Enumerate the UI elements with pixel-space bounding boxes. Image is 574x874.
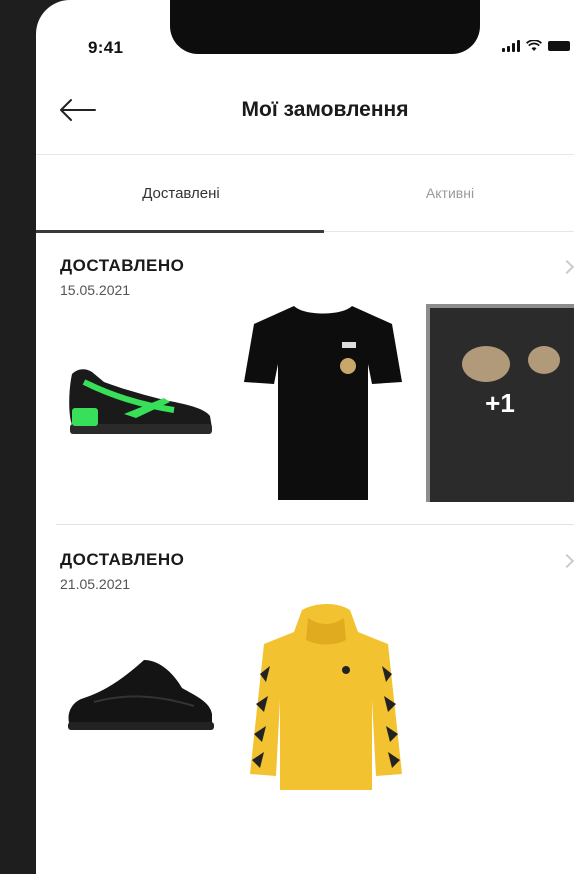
order-status: ДОСТАВЛЕНО xyxy=(60,550,185,569)
app-header: Мої замовлення xyxy=(36,78,574,155)
order-date: 21.05.2021 xyxy=(60,576,131,592)
sneaker-image xyxy=(69,369,212,434)
order-card[interactable]: ДОСТАВЛЕНО 15.05.2021 +1 xyxy=(36,232,574,524)
order-card[interactable]: ДОСТАВЛЕНО 21.05.2021 xyxy=(36,526,574,826)
signal-icon xyxy=(502,40,520,52)
sneaker-image xyxy=(68,660,214,730)
order-status: ДОСТАВЛЕНО xyxy=(60,256,185,275)
device-notch xyxy=(170,0,480,54)
tshirt-image xyxy=(244,306,402,500)
product-thumbnail-sneaker[interactable] xyxy=(64,352,216,442)
order-divider xyxy=(56,524,574,525)
chevron-right-icon xyxy=(559,553,574,569)
product-thumbnail-hoodie[interactable] xyxy=(246,604,406,790)
status-time: 9:41 xyxy=(88,38,124,57)
product-thumbnail-sneaker[interactable] xyxy=(64,654,216,736)
chevron-right-icon xyxy=(559,259,574,275)
order-date: 15.05.2021 xyxy=(60,282,131,298)
tab-delivered[interactable]: Доставлені xyxy=(36,155,326,231)
battery-icon xyxy=(548,41,570,51)
phone-screen: 9:41 Мої замовлення Доставлені Активні Д… xyxy=(36,0,574,874)
product-thumbnail-sweatshirt[interactable]: +1 xyxy=(426,304,574,502)
tab-active[interactable]: Активні xyxy=(326,155,574,231)
hoodie-image xyxy=(250,604,402,790)
more-items-badge: +1 xyxy=(485,387,515,418)
status-icons xyxy=(502,40,570,52)
page-title: Мої замовлення xyxy=(241,98,409,121)
product-thumbnail-tshirt[interactable] xyxy=(242,304,404,502)
wifi-icon xyxy=(526,40,542,51)
tab-bar: Доставлені Активні xyxy=(36,155,574,233)
